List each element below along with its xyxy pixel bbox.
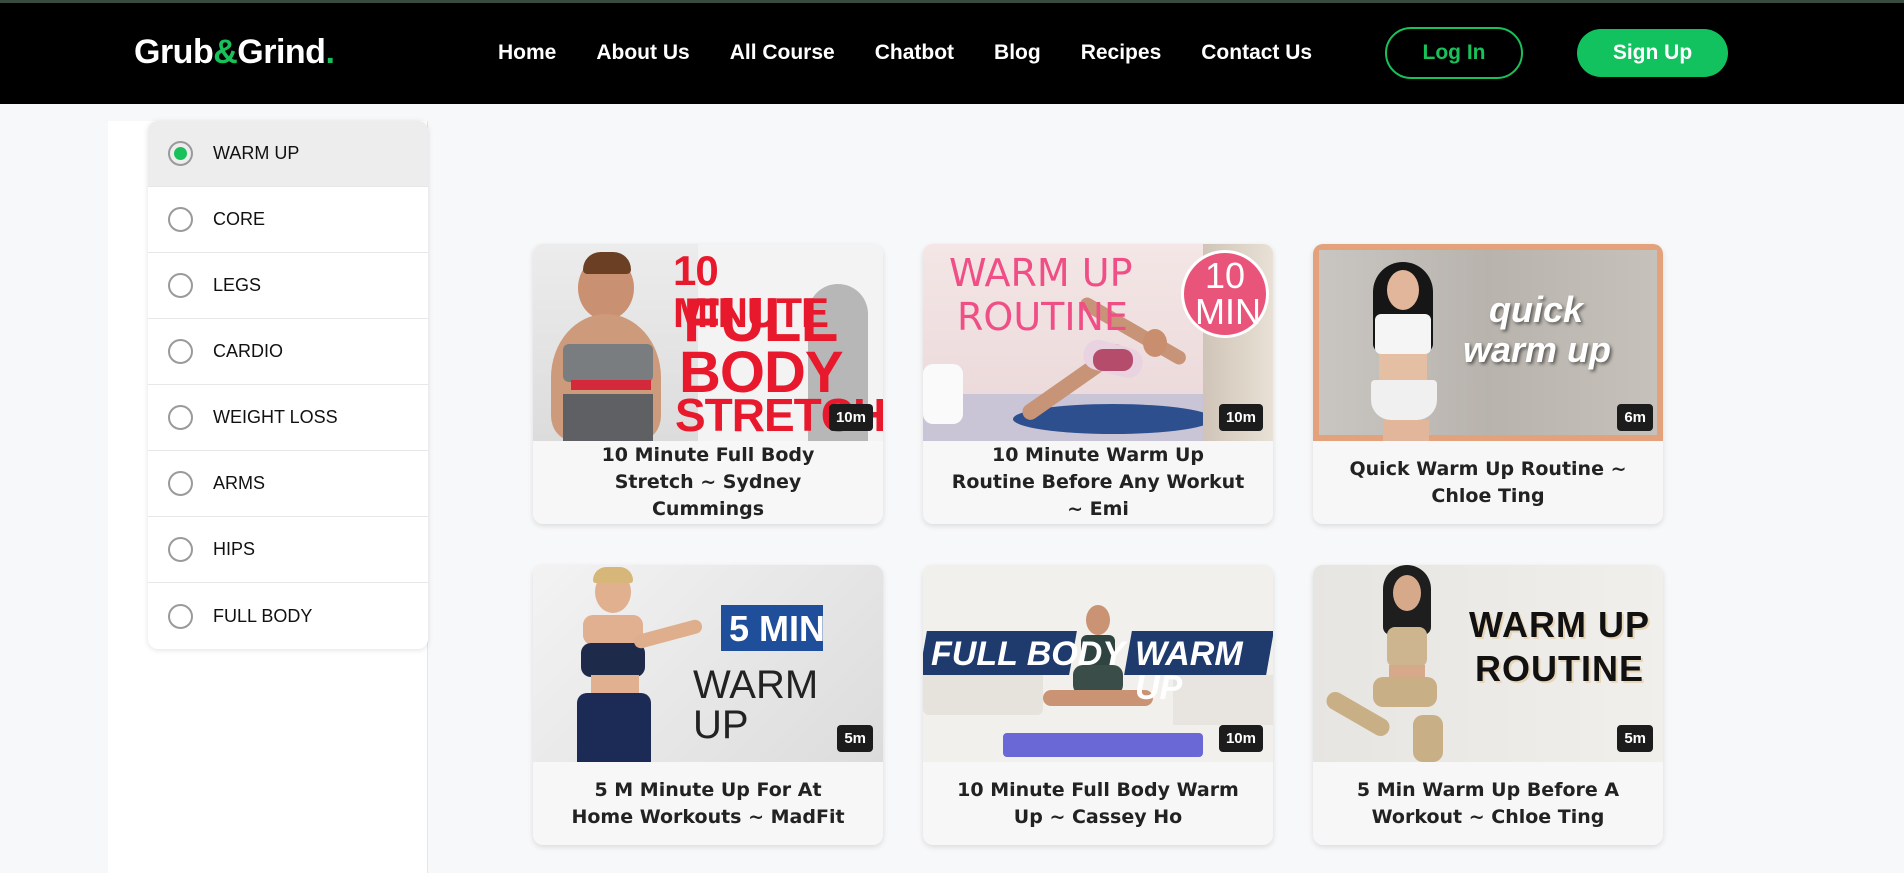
main-nav: Home About Us All Course Chatbot Blog Re… xyxy=(498,41,1352,65)
filter-cardio[interactable]: CARDIO xyxy=(148,319,428,385)
brand-logo[interactable]: Grub&Grind. xyxy=(134,33,335,72)
thumb-text: WARM UP xyxy=(1469,604,1650,645)
signup-button[interactable]: Sign Up xyxy=(1577,29,1728,77)
video-thumbnail[interactable]: 5 MIN WARM UP 5m xyxy=(533,565,883,762)
video-card[interactable]: quick warm up 6m Quick Warm Up Routine ~… xyxy=(1313,244,1663,524)
radio-icon[interactable] xyxy=(168,603,193,629)
radio-icon[interactable] xyxy=(168,405,193,430)
duration-badge: 5m xyxy=(1617,725,1653,752)
radio-icon[interactable] xyxy=(168,339,193,364)
filter-legs[interactable]: LEGS xyxy=(148,253,428,319)
video-title[interactable]: 5 M Minute Up For At Home Workouts ~ Mad… xyxy=(533,762,883,845)
filter-label: WARM UP xyxy=(213,143,300,163)
radio-icon[interactable] xyxy=(168,207,193,232)
duration-badge: 10m xyxy=(1218,404,1263,431)
filter-label: ARMS xyxy=(213,473,266,493)
filter-label: CORE xyxy=(213,209,266,229)
radio-selected-icon[interactable] xyxy=(168,141,193,166)
filter-hips[interactable]: HIPS xyxy=(148,517,428,583)
thumb-text: quick xyxy=(1489,289,1584,330)
video-title[interactable]: 10 Minute Full Body Stretch ~ Sydney Cum… xyxy=(533,441,883,524)
filter-label: WEIGHT LOSS xyxy=(213,407,338,427)
filter-arms[interactable]: ARMS xyxy=(148,451,428,517)
video-thumbnail[interactable]: FULL BODY WARM UP 10m xyxy=(923,565,1273,762)
thumb-text: 10 xyxy=(1205,255,1246,296)
nav-recipes[interactable]: Recipes xyxy=(1081,41,1162,65)
nav-all-course[interactable]: All Course xyxy=(730,41,835,65)
login-button[interactable]: Log In xyxy=(1385,27,1523,79)
thumb-text: WARM UP xyxy=(1135,635,1243,707)
radio-icon[interactable] xyxy=(168,471,193,496)
thumb-text: 5 MIN xyxy=(729,608,826,649)
video-card[interactable]: WARM UP ROUTINE 10 MIN 10m 10 Minute War… xyxy=(923,244,1273,524)
filter-label: FULL BODY xyxy=(213,605,313,626)
video-thumbnail[interactable]: quick warm up 6m xyxy=(1313,244,1663,441)
thumb-text: warm up xyxy=(1463,329,1612,370)
video-title[interactable]: Quick Warm Up Routine ~ Chloe Ting xyxy=(1313,441,1663,524)
video-thumbnail[interactable]: WARM UP ROUTINE 10 MIN 10m xyxy=(923,244,1273,441)
video-card[interactable]: WARM UP ROUTINE 5m 5 Min Warm Up Before … xyxy=(1313,565,1663,845)
filter-core[interactable]: CORE xyxy=(148,187,428,253)
category-filter-list: WARM UP CORE LEGS CARDIO WEIGHT LOSS ARM… xyxy=(148,121,428,649)
filter-label: CARDIO xyxy=(213,341,284,361)
thumb-text: FULL BODY xyxy=(931,635,1125,673)
nav-about-us[interactable]: About Us xyxy=(596,41,689,65)
video-card[interactable]: 5 MIN WARM UP 5m 5 M Minute Up For At Ho… xyxy=(533,565,883,845)
nav-contact-us[interactable]: Contact Us xyxy=(1201,41,1312,65)
video-title[interactable]: 10 Minute Warm Up Routine Before Any Wor… xyxy=(923,441,1273,524)
duration-badge: 10m xyxy=(1218,725,1263,752)
duration-badge: 6m xyxy=(1617,404,1653,431)
nav-blog[interactable]: Blog xyxy=(994,41,1041,65)
nav-chatbot[interactable]: Chatbot xyxy=(875,41,954,65)
filter-label: LEGS xyxy=(213,275,262,295)
thumb-text: WARM UP xyxy=(949,251,1133,295)
video-card[interactable]: FULL BODY WARM UP 10m 10 Minute Full Bod… xyxy=(923,565,1273,845)
thumb-text: MIN xyxy=(1195,291,1261,332)
radio-icon[interactable] xyxy=(168,273,193,298)
thumb-text: ROUTINE xyxy=(957,295,1128,339)
video-title[interactable]: 10 Minute Full Body Warm Up ~ Cassey Ho xyxy=(923,762,1273,845)
filter-full-body[interactable]: FULL BODY xyxy=(148,583,428,649)
filter-label: HIPS xyxy=(213,539,256,559)
video-thumbnail[interactable]: 10 MINUTE FULL BODY STRETCH 10m xyxy=(533,244,883,441)
duration-badge: 5m xyxy=(837,725,873,752)
filter-warm-up[interactable]: WARM UP xyxy=(148,121,428,187)
video-title[interactable]: 5 Min Warm Up Before A Workout ~ Chloe T… xyxy=(1313,762,1663,845)
filter-weight-loss[interactable]: WEIGHT LOSS xyxy=(148,385,428,451)
nav-home[interactable]: Home xyxy=(498,41,556,65)
duration-badge: 10m xyxy=(828,404,873,431)
site-header: Grub&Grind. Home About Us All Course Cha… xyxy=(0,3,1904,104)
video-thumbnail[interactable]: WARM UP ROUTINE 5m xyxy=(1313,565,1663,762)
thumb-text: ROUTINE xyxy=(1475,648,1644,689)
video-card[interactable]: 10 MINUTE FULL BODY STRETCH 10m 10 Minut… xyxy=(533,244,883,524)
radio-icon[interactable] xyxy=(168,537,193,562)
